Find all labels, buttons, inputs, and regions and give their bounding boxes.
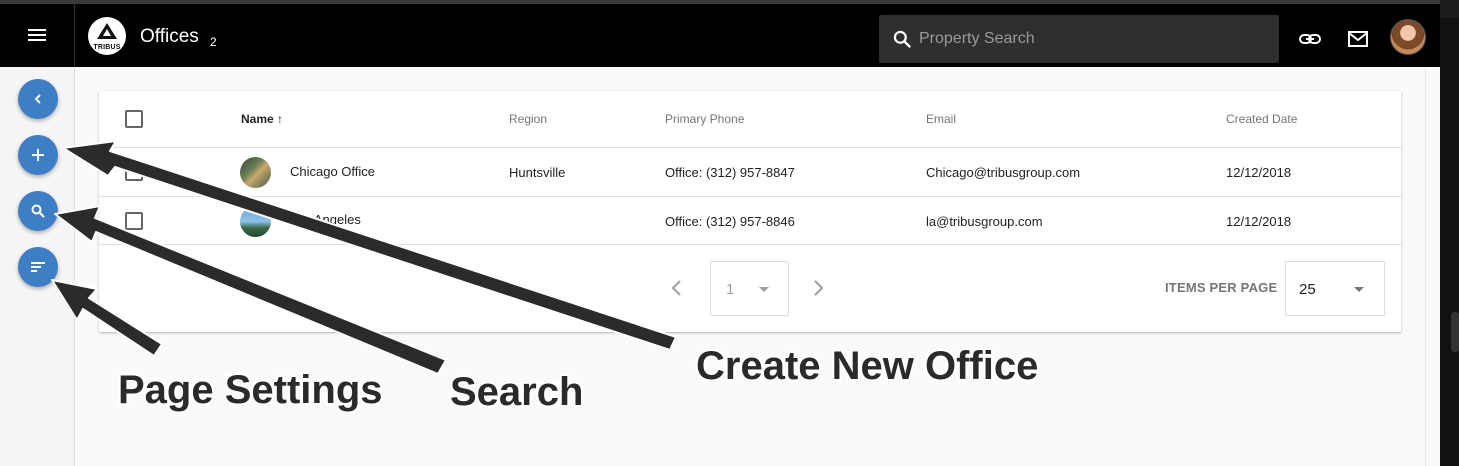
- office-thumbnail: [240, 157, 271, 188]
- avatar[interactable]: [1390, 19, 1426, 55]
- chevron-down-icon: [1354, 287, 1364, 292]
- offices-table: Name ↑ Region Primary Phone Email Create…: [99, 91, 1401, 332]
- window-edge: [1440, 0, 1459, 466]
- office-phone: Office: (312) 957-8846: [665, 214, 795, 229]
- office-email: la@tribusgroup.com: [926, 214, 1043, 229]
- menu-icon[interactable]: [24, 26, 50, 48]
- left-rail: [0, 67, 75, 466]
- search-icon: [893, 30, 911, 48]
- table-row[interactable]: Los Angeles Office: (312) 957-8846 la@tr…: [99, 197, 1401, 245]
- chevron-down-icon: [759, 287, 769, 292]
- page-number-value: 1: [726, 281, 735, 298]
- chevron-left-icon: [671, 280, 681, 296]
- column-header-email[interactable]: Email: [926, 112, 956, 126]
- logo-text: TRIBUS: [93, 44, 121, 51]
- column-header-phone[interactable]: Primary Phone: [665, 112, 744, 126]
- paginator: 1 ITEMS PER PAGE 25: [99, 245, 1401, 332]
- page-title: Offices: [140, 26, 199, 47]
- property-search[interactable]: [879, 15, 1279, 63]
- page-number-select[interactable]: 1: [710, 261, 789, 316]
- office-phone: Office: (312) 957-8847: [665, 165, 795, 180]
- sort-icon: [31, 262, 45, 272]
- row-checkbox[interactable]: [125, 212, 143, 230]
- items-per-page-label: ITEMS PER PAGE: [1165, 280, 1278, 295]
- table-row[interactable]: Chicago Office Huntsville Office: (312) …: [99, 148, 1401, 197]
- previous-page-button[interactable]: [667, 278, 687, 298]
- search-icon: [31, 204, 45, 218]
- search-button[interactable]: [18, 191, 58, 231]
- plus-icon: [32, 149, 44, 161]
- office-created-date: 12/12/2018: [1226, 214, 1292, 229]
- tribus-logo[interactable]: TRIBUS: [88, 17, 126, 55]
- office-name[interactable]: Chicago Office: [290, 164, 375, 179]
- sort-arrow-icon: ↑: [277, 112, 284, 126]
- table-header: Name ↑ Region Primary Phone Email Create…: [99, 91, 1401, 148]
- content-border: [1425, 67, 1426, 466]
- annotation-page-settings: Page Settings: [118, 368, 383, 412]
- items-per-page-select[interactable]: 25: [1285, 261, 1385, 316]
- chevron-left-icon: [34, 94, 41, 104]
- scrollbar-thumb[interactable]: [1451, 312, 1459, 352]
- column-header-created[interactable]: Created Date: [1226, 112, 1297, 126]
- page-settings-button[interactable]: [18, 247, 58, 287]
- topbar-divider: [74, 4, 75, 67]
- office-name[interactable]: Los Angeles: [290, 212, 361, 227]
- link-icon[interactable]: [1297, 26, 1323, 52]
- annotation-search: Search: [450, 370, 584, 414]
- office-region: Huntsville: [509, 165, 566, 180]
- top-bar: TRIBUS Offices 2: [0, 0, 1440, 67]
- collapse-button[interactable]: [18, 79, 58, 119]
- search-input[interactable]: [919, 15, 1269, 63]
- select-all-checkbox[interactable]: [125, 110, 143, 128]
- next-page-button[interactable]: [808, 278, 828, 298]
- office-thumbnail: [240, 206, 271, 237]
- office-email: Chicago@tribusgroup.com: [926, 165, 1081, 180]
- column-header-name[interactable]: Name ↑: [241, 112, 283, 126]
- column-header-region[interactable]: Region: [509, 112, 547, 126]
- mail-icon[interactable]: [1345, 26, 1371, 52]
- annotation-create-new-office: Create New Office: [696, 344, 1039, 388]
- items-per-page-value: 25: [1299, 281, 1316, 298]
- chevron-right-icon: [814, 280, 824, 296]
- app-page: TRIBUS Offices 2 Property Search Name ↑ …: [0, 0, 1459, 466]
- office-created-date: 12/12/2018: [1226, 165, 1292, 180]
- office-count: 2: [210, 35, 217, 49]
- row-checkbox[interactable]: [125, 163, 143, 181]
- add-office-button[interactable]: [18, 135, 58, 175]
